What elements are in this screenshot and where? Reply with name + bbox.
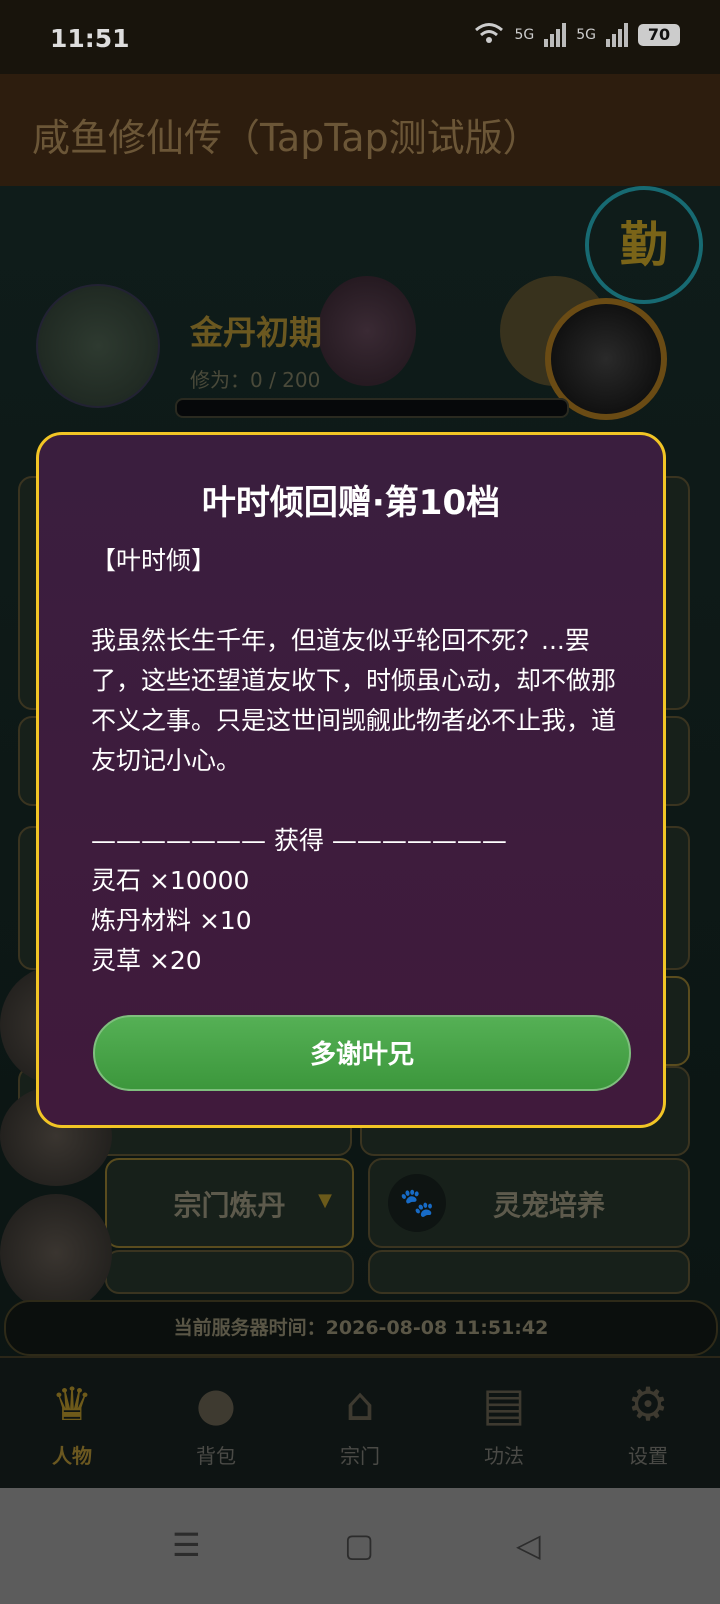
pet-training-button[interactable]: 🐾 灵宠培养 <box>368 1158 690 1248</box>
tab-label: 宗门 <box>340 1444 380 1468</box>
app-bar: 咸鱼修仙传（TapTap测试版） <box>0 74 720 186</box>
confirm-button[interactable]: 多谢叶兄 <box>93 1015 631 1091</box>
server-time-label: 当前服务器时间： <box>173 1317 326 1339</box>
signal-icon <box>544 23 567 47</box>
tab-label: 背包 <box>196 1444 236 1468</box>
scroll-icon: ▤ <box>482 1377 526 1431</box>
menu-button[interactable] <box>368 1250 690 1294</box>
reward-item: 炼丹材料 ×10 <box>91 906 252 935</box>
npc-avatar[interactable] <box>318 276 416 386</box>
battery-icon: 70 <box>638 24 680 46</box>
tab-skills[interactable]: ▤ 功法 <box>432 1358 576 1490</box>
cultivation-label: 修为：0 / 200 <box>190 368 321 392</box>
system-nav-bar: ☰ ▢ ◁ <box>0 1488 720 1604</box>
signal-icon-2 <box>606 23 628 47</box>
dialog-speaker: 【叶时倾】 <box>91 546 217 575</box>
server-time-value: 2026-08-08 11:51:42 <box>325 1317 549 1339</box>
reward-item: 灵石 ×10000 <box>91 866 250 895</box>
sect-alchemy-button[interactable]: 宗门炼丹 ▼ <box>105 1158 354 1248</box>
gear-icon: ⚙ <box>627 1377 669 1431</box>
tab-label: 人物 <box>52 1444 92 1468</box>
tab-settings[interactable]: ⚙ 设置 <box>576 1358 720 1490</box>
character-icon: ♛ <box>51 1377 93 1431</box>
network-type-1: 5G <box>514 27 535 43</box>
cultivation-progress-bar <box>175 398 569 418</box>
reward-item: 灵草 ×20 <box>91 946 202 975</box>
wifi-icon <box>474 22 504 48</box>
reward-dialog: 叶时倾回赠·第10档 【叶时倾】 我虽然长生千年，但道友似乎轮回不死？...罢了… <box>36 432 666 1128</box>
tab-character[interactable]: ♛ 人物 <box>0 1358 144 1490</box>
rewards-divider: ——————— 获得 ——————— <box>91 826 507 855</box>
status-icons: 5G 5G 70 <box>474 22 680 48</box>
pet-training-label: 灵宠培养 <box>492 1189 605 1222</box>
tab-sect[interactable]: ⌂ 宗门 <box>288 1358 432 1490</box>
tab-label: 设置 <box>628 1444 668 1468</box>
sect-alchemy-label: 宗门炼丹 <box>173 1189 286 1222</box>
network-type-2: 5G <box>576 27 596 43</box>
diligence-badge[interactable]: 勤 <box>585 186 703 304</box>
dialog-title: 叶时倾回赠·第10档 <box>201 483 501 523</box>
realm-label: 金丹初期 <box>190 313 322 352</box>
dialog-body: 【叶时倾】 我虽然长生千年，但道友似乎轮回不死？...罢了，这些还望道友收下，时… <box>91 541 631 981</box>
dropdown-arrow-icon: ▼ <box>318 1190 332 1211</box>
dialog-message: 我虽然长生千年，但道友似乎轮回不死？...罢了，这些还望道友收下，时倾虽心动，却… <box>91 626 617 775</box>
status-time: 11:51 <box>50 24 130 53</box>
side-character-avatar[interactable] <box>0 1194 112 1312</box>
app-title: 咸鱼修仙传（TapTap测试版） <box>32 116 541 160</box>
sect-icon: ⌂ <box>345 1377 375 1431</box>
bottom-tab-bar: ♛ 人物 ● 背包 ⌂ 宗门 ▤ 功法 ⚙ 设置 <box>0 1356 720 1490</box>
menu-button[interactable] <box>105 1250 354 1294</box>
home-nav-icon[interactable]: ▢ <box>344 1526 374 1564</box>
bag-icon: ● <box>195 1377 237 1431</box>
server-time-bar: 当前服务器时间：2026-08-08 11:51:42 <box>4 1300 718 1356</box>
back-nav-icon[interactable]: ◁ <box>516 1526 541 1564</box>
menu-nav-icon[interactable]: ☰ <box>172 1526 201 1564</box>
status-bar: 11:51 5G 5G 70 <box>0 0 720 74</box>
player-avatar[interactable] <box>36 284 160 408</box>
tab-bag[interactable]: ● 背包 <box>144 1358 288 1490</box>
tab-label: 功法 <box>484 1444 524 1468</box>
